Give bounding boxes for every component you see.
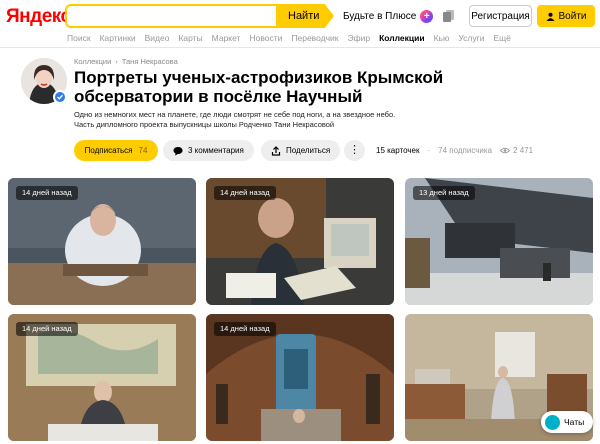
collection-card[interactable]: 14 дней назад xyxy=(206,178,394,305)
nav-item-more[interactable]: Ещё xyxy=(493,33,510,43)
nav-item-maps[interactable]: Карты xyxy=(178,33,202,43)
chat-icon xyxy=(545,414,560,430)
subscribers-count: 74 подписчика xyxy=(438,146,493,155)
register-button[interactable]: Регистрация xyxy=(469,5,532,27)
eye-icon xyxy=(500,147,511,154)
views-count: 2 471 xyxy=(513,146,534,155)
top-bar: Яндекс Найти Будьте в Плюсе + Регистраци… xyxy=(0,0,600,32)
services-nav: Поиск Картинки Видео Карты Маркет Новост… xyxy=(0,32,600,48)
breadcrumb-collections[interactable]: Коллекции xyxy=(74,57,111,66)
verified-icon xyxy=(53,90,67,104)
nav-item-q[interactable]: Кью xyxy=(434,33,450,43)
collection-description: Одно из немногих мест на планете, где лю… xyxy=(74,110,434,130)
nav-item-translate[interactable]: Переводчик xyxy=(291,33,338,43)
nav-item-collections[interactable]: Коллекции xyxy=(379,33,425,43)
card-date-badge: 14 дней назад xyxy=(214,322,276,336)
collections-icon[interactable] xyxy=(442,9,456,23)
description-line: Одно из немногих мест на планете, где лю… xyxy=(74,110,396,119)
nav-item-images[interactable]: Картинки xyxy=(100,33,136,43)
breadcrumb: Коллекции › Таня Некрасова xyxy=(74,57,178,66)
subscribe-label: Подписаться xyxy=(84,146,133,155)
page-title: Портреты ученых-астрофизиков Крымской об… xyxy=(74,68,444,106)
plus-icon: + xyxy=(420,10,434,23)
plus-promo-link[interactable]: Будьте в Плюсе + xyxy=(343,10,434,23)
collection-card[interactable]: 14 дней назад xyxy=(206,314,394,441)
cards-count: 15 карточек xyxy=(376,146,420,155)
card-date-badge: 14 дней назад xyxy=(16,322,78,336)
user-icon xyxy=(546,12,554,21)
search-box xyxy=(65,4,277,28)
share-label: Поделиться xyxy=(286,146,331,155)
description-line: Часть дипломного проекта выпускницы школ… xyxy=(74,120,335,129)
nav-item-market[interactable]: Маркет xyxy=(212,33,241,43)
collection-card[interactable]: 14 дней назад xyxy=(8,178,196,305)
share-button[interactable]: Поделиться xyxy=(261,140,341,161)
collection-card[interactable]: 13 дней назад xyxy=(405,178,593,305)
login-button[interactable]: Войти xyxy=(537,5,595,27)
nav-item-video[interactable]: Видео xyxy=(145,33,170,43)
breadcrumb-separator: › xyxy=(115,57,118,66)
breadcrumb-author[interactable]: Таня Некрасова xyxy=(122,57,178,66)
nav-item-search[interactable]: Поиск xyxy=(67,33,91,43)
chats-button[interactable]: Чаты xyxy=(541,411,593,433)
chats-label: Чаты xyxy=(564,417,585,427)
nav-item-news[interactable]: Новости xyxy=(249,33,282,43)
yandex-logo[interactable]: Яндекс xyxy=(6,6,71,28)
share-icon xyxy=(271,145,281,156)
dot-separator: · xyxy=(427,146,431,155)
plus-promo-label: Будьте в Плюсе xyxy=(343,11,417,22)
views-block: 2 471 xyxy=(500,146,533,155)
collection-stats: 15 карточек · 74 подписчика 2 471 xyxy=(376,146,533,155)
card-date-badge: 14 дней назад xyxy=(214,186,276,200)
nav-item-efir[interactable]: Эфир xyxy=(347,33,370,43)
comment-icon xyxy=(173,146,183,155)
search-button[interactable]: Найти xyxy=(276,4,334,28)
card-date-badge: 13 дней назад xyxy=(413,186,475,200)
login-label: Войти xyxy=(558,10,587,22)
comments-label: 3 комментария xyxy=(188,146,244,155)
collection-card[interactable]: 14 дней назад xyxy=(8,314,196,441)
search-input[interactable] xyxy=(67,6,277,26)
nav-item-services[interactable]: Услуги xyxy=(458,33,484,43)
subscribe-count: 74 xyxy=(138,146,148,155)
card-date-badge: 14 дней назад xyxy=(16,186,78,200)
more-options-button[interactable]: ⋮ xyxy=(344,140,365,161)
comments-button[interactable]: 3 комментария xyxy=(163,140,254,161)
subscribe-button[interactable]: Подписаться 74 xyxy=(74,140,158,161)
